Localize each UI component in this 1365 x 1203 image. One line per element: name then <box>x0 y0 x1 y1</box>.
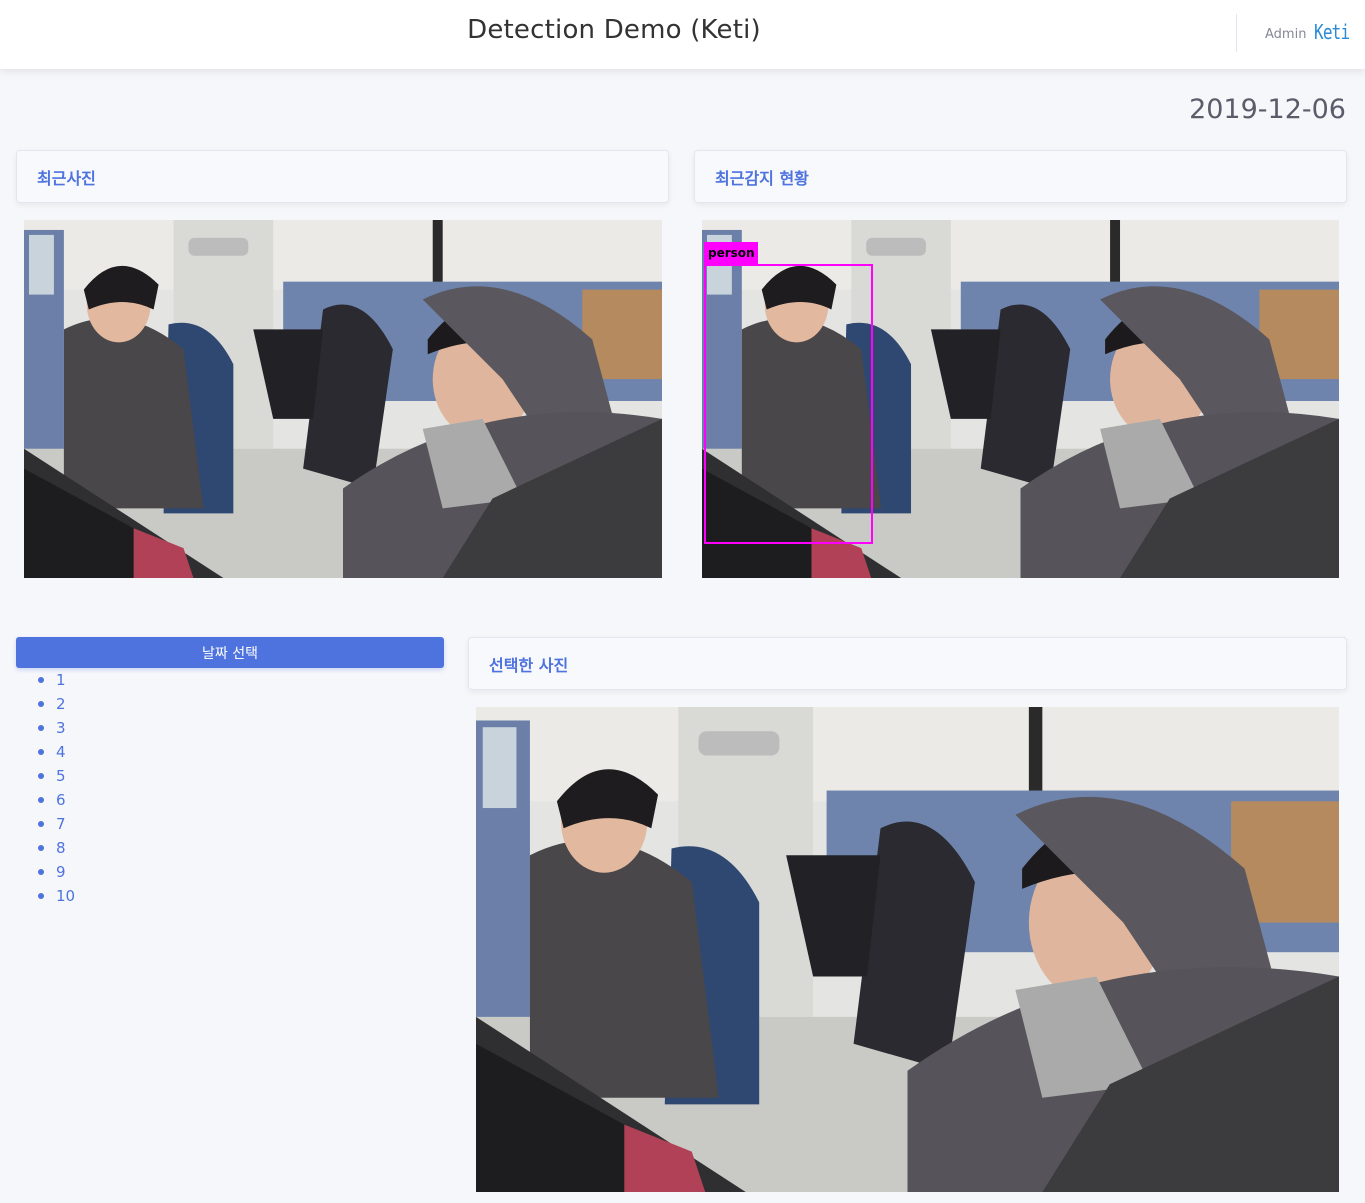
date-list-item[interactable]: 2 <box>38 692 75 716</box>
selected-photo-image <box>476 707 1339 1192</box>
card-header-recent-detection: 최근감지 현황 <box>694 150 1347 203</box>
office-photo-1 <box>24 220 662 578</box>
date-list-item[interactable]: 5 <box>38 764 75 788</box>
date-select-button[interactable]: 날짜 선택 <box>16 637 444 668</box>
date-list-item[interactable]: 9 <box>38 860 75 884</box>
keti-logo[interactable]: Keti <box>1314 20 1350 44</box>
date-list-item[interactable]: 3 <box>38 716 75 740</box>
detection-photo-image: person <box>702 220 1339 578</box>
recent-photo-image <box>24 220 662 578</box>
card-header-selected-photo: 선택한 사진 <box>468 637 1347 690</box>
topbar-divider <box>1236 14 1237 52</box>
detection-bounding-box <box>704 264 873 544</box>
top-navbar: Detection Demo (Keti) Admin Keti <box>0 0 1365 69</box>
date-list-item[interactable]: 8 <box>38 836 75 860</box>
card-header-recent-photo: 최근사진 <box>16 150 669 203</box>
date-list-item[interactable]: 10 <box>38 884 75 908</box>
page-title: Detection Demo (Keti) <box>467 15 761 45</box>
date-list: 1 2 3 4 5 6 7 8 9 10 <box>38 668 75 908</box>
user-name[interactable]: Admin <box>1265 27 1306 42</box>
office-photo-3 <box>476 707 1339 1192</box>
detection-label: person <box>704 242 758 264</box>
date-list-item[interactable]: 4 <box>38 740 75 764</box>
current-date: 2019-12-06 <box>1189 94 1346 125</box>
date-list-item[interactable]: 6 <box>38 788 75 812</box>
date-list-item[interactable]: 7 <box>38 812 75 836</box>
date-list-item[interactable]: 1 <box>38 668 75 692</box>
